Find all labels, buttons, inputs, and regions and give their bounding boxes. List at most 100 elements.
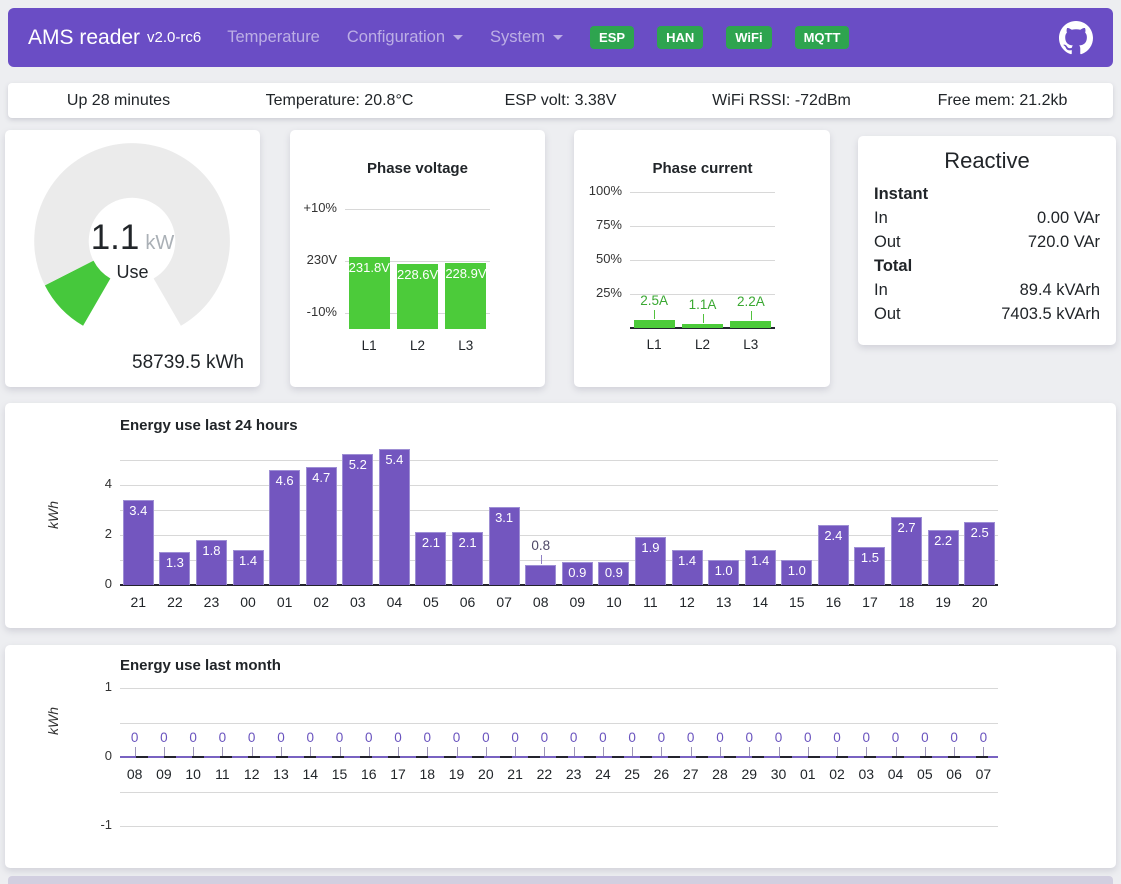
x-axis-tick: 14 xyxy=(296,766,325,782)
x-axis-tick: 01 xyxy=(266,594,303,610)
bar-label-tick xyxy=(691,747,692,756)
gridline xyxy=(120,510,998,511)
bar-label-tick xyxy=(486,747,487,756)
row-value: 89.4 kVArh xyxy=(1020,278,1100,302)
bar-label-tick xyxy=(457,747,458,756)
chart-title: Phase voltage xyxy=(345,160,490,177)
temperature-text: Temperature: 20.8°C xyxy=(229,92,450,110)
app-title: AMS reader xyxy=(28,26,140,50)
bar-value-label: 0.8 xyxy=(517,538,565,553)
bar-label-tick xyxy=(135,747,136,756)
x-axis-tick: 20 xyxy=(471,766,500,782)
x-axis-tick: 21 xyxy=(500,766,529,782)
bar-label-tick xyxy=(164,747,165,756)
x-axis-tick: 22 xyxy=(157,594,194,610)
bar-label-tick xyxy=(751,311,752,320)
y-axis-tick: +10% xyxy=(281,200,337,215)
row-label: In xyxy=(874,206,888,230)
gauge-caption: Use xyxy=(5,262,260,283)
x-axis-tick: 04 xyxy=(376,594,413,610)
bar-label-tick xyxy=(310,747,311,756)
x-axis-tick: 07 xyxy=(969,766,998,782)
x-axis-tick: 10 xyxy=(596,594,633,610)
x-axis-tick: 17 xyxy=(852,594,889,610)
y-axis-tick: 25% xyxy=(566,285,622,300)
y-axis-label: kWh xyxy=(45,693,61,749)
chart-title: Phase current xyxy=(630,160,775,177)
bar-label-tick xyxy=(749,747,750,756)
bar-value-label: 1.4 xyxy=(745,553,776,568)
bar-label-tick xyxy=(340,747,341,756)
bar-value-label: 1.0 xyxy=(781,563,812,578)
phase-current-card: Phase current25%50%75%100%2.5AL11.1AL22.… xyxy=(574,130,830,387)
x-axis-tick: L2 xyxy=(393,338,441,353)
x-axis-tick: 08 xyxy=(522,594,559,610)
bar-label-tick xyxy=(808,747,809,756)
x-axis-tick: 13 xyxy=(705,594,742,610)
x-axis-tick: L2 xyxy=(678,337,726,352)
gridline xyxy=(120,485,998,486)
app-header: AMS reader v2.0-rc6 Temperature Configur… xyxy=(8,8,1113,67)
bar-value-label: 2.2 xyxy=(928,533,959,548)
y-axis-tick: -10% xyxy=(281,304,337,319)
bar-label-tick xyxy=(427,747,428,756)
wifi-rssi-text: WiFi RSSI: -72dBm xyxy=(671,92,892,110)
x-axis-tick: 03 xyxy=(340,594,377,610)
bar-value-label: 0.9 xyxy=(562,565,593,580)
x-axis-tick: L1 xyxy=(345,338,393,353)
bar-value-label: 1.5 xyxy=(854,550,885,565)
gauge-value: 1.1kW xyxy=(5,218,260,258)
bar-label-tick xyxy=(222,747,223,756)
gauge-kw-value: 1.1 xyxy=(91,218,140,257)
x-axis-tick: 30 xyxy=(764,766,793,782)
x-axis-tick: L3 xyxy=(442,338,490,353)
nav-item-configuration[interactable]: Configuration xyxy=(347,28,463,47)
bar-value-label: 1.0 xyxy=(708,563,739,578)
x-axis-tick: 11 xyxy=(208,766,237,782)
x-axis-tick: 16 xyxy=(354,766,383,782)
x-axis-tick: 23 xyxy=(193,594,230,610)
status-badge-wifi: WiFi xyxy=(726,26,771,49)
footer-strip xyxy=(8,876,1113,884)
bar xyxy=(342,454,373,585)
x-axis-tick: 24 xyxy=(588,766,617,782)
nav-item-temperature[interactable]: Temperature xyxy=(227,28,320,47)
x-axis-tick: 18 xyxy=(888,594,925,610)
table-row: Out 7403.5 kVArh xyxy=(874,302,1100,326)
status-bar: Up 28 minutes Temperature: 20.8°C ESP vo… xyxy=(8,83,1113,118)
x-axis-tick: 16 xyxy=(815,594,852,610)
y-axis-tick: 0 xyxy=(56,748,112,763)
x-axis-tick: 09 xyxy=(149,766,178,782)
nav-item-label: Configuration xyxy=(347,28,445,47)
energy-month-card: Energy use last month10-1008009010011012… xyxy=(5,645,1116,868)
total-energy-counter: 58739.5 kWh xyxy=(132,352,244,374)
phase-current-chart: Phase current25%50%75%100%2.5AL11.1AL22.… xyxy=(574,130,830,387)
x-axis-tick: 12 xyxy=(237,766,266,782)
bar-label-tick xyxy=(925,747,926,756)
bar-value-label: 228.6V xyxy=(397,267,438,282)
x-axis-tick: 28 xyxy=(705,766,734,782)
x-axis-tick: 25 xyxy=(618,766,647,782)
bar-value-label: 0 xyxy=(959,730,1007,745)
bar xyxy=(634,320,675,329)
status-badge-mqtt: MQTT xyxy=(795,26,850,49)
nav-item-system[interactable]: System xyxy=(490,28,563,47)
chevron-down-icon xyxy=(453,35,463,40)
bar-label-tick xyxy=(252,747,253,756)
y-axis-tick: 0 xyxy=(56,576,112,591)
github-link[interactable] xyxy=(1059,21,1093,55)
x-axis-tick: 17 xyxy=(383,766,412,782)
bar-label-tick xyxy=(541,555,542,564)
gridline xyxy=(120,792,998,793)
bar-label-tick xyxy=(896,747,897,756)
table-row: In 0.00 VAr xyxy=(874,206,1100,230)
y-axis-tick: 75% xyxy=(566,217,622,232)
bar-label-tick xyxy=(632,747,633,756)
bar-value-label: 2.1 xyxy=(415,535,446,550)
x-axis-tick: 27 xyxy=(676,766,705,782)
bar-label-tick xyxy=(866,747,867,756)
x-axis-tick: 06 xyxy=(449,594,486,610)
y-axis-tick: 50% xyxy=(566,251,622,266)
bar-value-label: 1.4 xyxy=(233,553,264,568)
bar-value-label: 2.4 xyxy=(818,528,849,543)
